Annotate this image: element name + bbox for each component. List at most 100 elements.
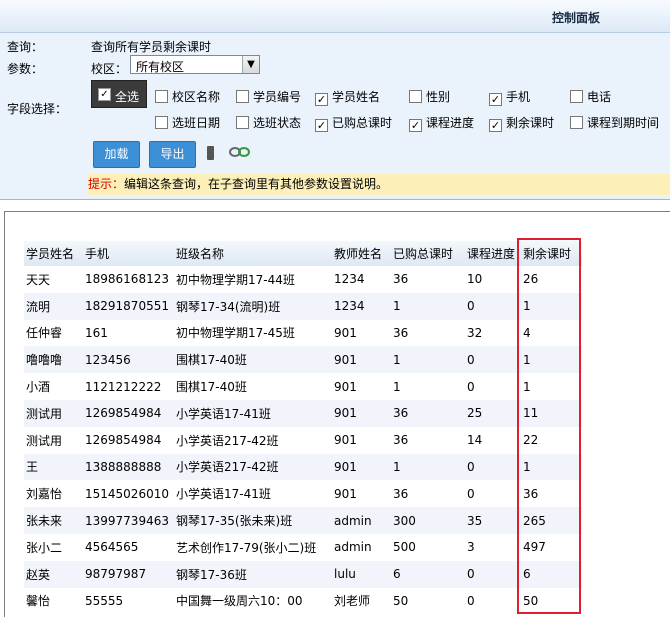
table-cell: 流明: [24, 292, 83, 320]
table-cell: 32: [467, 325, 483, 340]
field-checkbox-purchased-hours[interactable]: ✓ 已购总课时: [315, 114, 393, 132]
table-cell: 1269854984: [85, 433, 162, 448]
table-cell: 刘嘉怡: [26, 487, 63, 502]
field-label: 手机: [506, 90, 531, 104]
field-label: 选班日期: [172, 116, 221, 130]
table-cell: 36: [391, 399, 465, 427]
select-all-label: 全选: [115, 90, 140, 104]
table-cell: 3: [467, 540, 475, 555]
remaining-hours-highlight: [517, 238, 581, 614]
table-cell: 钢琴17-34(流明)班: [174, 292, 332, 320]
table-cell: 35: [465, 507, 521, 534]
field-label: 校区名称: [172, 90, 221, 104]
load-button[interactable]: 加载: [93, 141, 140, 168]
table-cell: 1234: [332, 292, 391, 320]
table-cell: 1: [391, 346, 465, 374]
table-cell: 测试用: [24, 399, 83, 427]
field-label: 学员姓名: [332, 90, 381, 104]
export-button[interactable]: 导出: [149, 141, 196, 168]
select-all-checkbox[interactable]: ✓ 全选: [91, 80, 147, 108]
table-cell: 小学英语17-41班: [174, 399, 332, 427]
field-checkbox-course-expiry[interactable]: 课程到期时间: [570, 114, 659, 130]
table-cell: 25: [465, 399, 521, 427]
table-cell: 1121212222: [85, 379, 162, 394]
field-checkbox-mobile[interactable]: ✓ 手机: [489, 88, 531, 106]
table-row[interactable]: 张未来 13997739463 钢琴17-35(张未来)班 admin 300 35 265: [24, 507, 582, 534]
query-label: 查询：: [7, 40, 44, 54]
table-row[interactable]: 测试用 1269854984 小学英语17-41班 901 36 25 11: [24, 399, 582, 427]
table-row[interactable]: 小酒 1121212222 围棋17-40班 901 1 0 1: [24, 373, 582, 400]
table-cell: 50: [393, 593, 409, 608]
table-cell: 4564565: [85, 540, 139, 555]
field-label: 选班状态: [253, 116, 302, 130]
table-cell: 中国舞一级周六10：00: [176, 594, 303, 609]
checkbox-icon: [570, 116, 583, 129]
column-header[interactable]: 课程进度: [465, 241, 521, 266]
table-cell: 初中物理学期17-45班: [176, 326, 295, 341]
column-header[interactable]: 教师姓名: [332, 241, 391, 266]
table-cell: 0: [467, 379, 475, 394]
column-header[interactable]: 班级名称: [174, 241, 332, 266]
table-cell: 王: [24, 453, 83, 481]
hint-text: 编辑这条查询，在子查询里有其他参数设置说明。: [124, 177, 389, 191]
table-cell: 围棋17-40班: [176, 380, 247, 395]
field-checkbox-course-progress[interactable]: ✓ 课程进度: [409, 114, 474, 132]
table-cell: 36: [393, 486, 409, 501]
table-row[interactable]: 噜噜噜 123456 围棋17-40班 901 1 0 1: [24, 346, 582, 374]
link-icon[interactable]: [229, 146, 251, 158]
table-cell: 围棋17-40班: [174, 346, 332, 374]
dropdown-arrow-icon[interactable]: ▼: [242, 56, 259, 73]
table-cell: 张小二: [26, 540, 63, 555]
field-checkbox-gender[interactable]: 性别: [409, 88, 450, 104]
campus-select[interactable]: 所有校区 ▼: [130, 55, 260, 74]
table-row[interactable]: 赵英 98797987 钢琴17-36班 lulu 6 0 6: [24, 560, 582, 588]
table-row[interactable]: 张小二 4564565 艺术创作17-79(张小二)班 admin 500 3 497: [24, 534, 582, 561]
table-cell: 0: [465, 560, 521, 588]
table-row[interactable]: 刘嘉怡 15145026010 小学英语17-41班 901 36 0 36: [24, 480, 582, 507]
table-cell: 赵英: [24, 560, 83, 588]
table-cell: 36: [393, 272, 409, 287]
field-label: 剩余课时: [506, 116, 555, 130]
phone-icon[interactable]: [207, 146, 214, 160]
table-cell: 小酒: [26, 380, 51, 395]
field-checkbox-class-status[interactable]: 选班状态: [236, 114, 301, 130]
column-header[interactable]: 学员姓名: [24, 241, 83, 266]
table-row[interactable]: 王 1388888888 小学英语217-42班 901 1 0 1: [24, 453, 582, 481]
table-cell: 0: [465, 292, 521, 320]
table-row[interactable]: 天天 18986168123 初中物理学期17-44班 1234 36 10 26: [24, 266, 582, 293]
table-cell: 1269854984: [83, 399, 174, 427]
field-checkbox-student-name[interactable]: ✓ 学员姓名: [315, 88, 381, 106]
table-cell: 18986168123: [85, 272, 169, 287]
table-cell: lulu: [332, 560, 391, 588]
table-row[interactable]: 馨怡 55555 中国舞一级周六10：00 刘老师 50 0 50: [24, 588, 582, 615]
checkbox-icon: [409, 90, 422, 103]
column-header[interactable]: 已购总课时: [391, 241, 465, 266]
table-cell: 10: [467, 272, 483, 287]
table-row[interactable]: 任仲睿 161 初中物理学期17-45班 901 36 32 4: [24, 320, 582, 347]
field-checkbox-remaining-hours[interactable]: ✓ 剩余课时: [489, 114, 555, 132]
field-checkbox-student-id[interactable]: 学员编号: [236, 88, 301, 104]
table-cell: 901: [332, 453, 391, 481]
field-checkbox-campus-name[interactable]: 校区名称: [155, 88, 220, 104]
checkbox-icon: [236, 90, 249, 103]
campus-label: 校区：: [91, 62, 128, 76]
campus-select-value: 所有校区: [136, 60, 185, 74]
table-cell: 36: [393, 433, 409, 448]
table-cell: 艺术创作17-79(张小二)班: [176, 540, 317, 555]
table-cell: admin: [332, 507, 391, 534]
table-cell: 55555: [85, 593, 124, 608]
table-row[interactable]: 测试用 1269854984 小学英语217-42班 901 36 14 22: [24, 427, 582, 454]
table-cell: 15145026010: [85, 486, 169, 501]
table-cell: 6: [391, 560, 465, 588]
query-text: 查询所有学员剩余课时: [91, 40, 212, 54]
column-header[interactable]: 手机: [83, 241, 174, 266]
table-cell: 901: [334, 325, 357, 340]
table-cell: 98797987: [83, 560, 174, 588]
table-cell: 0: [467, 486, 475, 501]
field-checkbox-phone[interactable]: 电话: [570, 88, 611, 104]
table-row[interactable]: 流明 18291870551 钢琴17-34(流明)班 1234 1 0 1: [24, 292, 582, 320]
checkbox-checked-icon: ✓: [98, 88, 111, 101]
field-checkbox-class-date[interactable]: 选班日期: [155, 114, 220, 130]
checkbox-icon: [155, 90, 168, 103]
field-label: 已购总课时: [332, 116, 393, 130]
